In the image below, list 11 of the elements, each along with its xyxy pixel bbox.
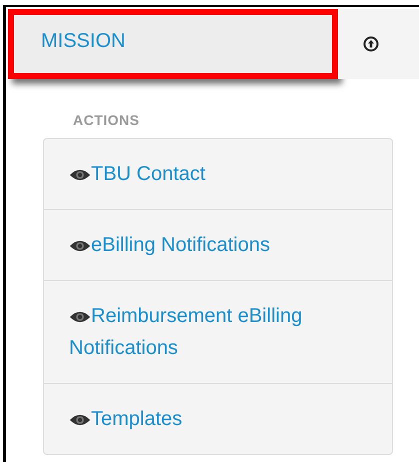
action-link[interactable]: eBilling Notifications [69, 229, 309, 261]
section-heading: ACTIONS [73, 112, 140, 128]
mission-tab[interactable]: MISSION [8, 9, 338, 79]
action-link[interactable]: Reimbursement eBilling Notifications [69, 300, 309, 364]
action-link[interactable]: TBU Contact [69, 158, 309, 190]
eye-icon [69, 168, 91, 182]
eye-icon [69, 239, 91, 253]
arrow-up-circle-icon[interactable] [363, 36, 379, 52]
eye-icon [69, 413, 91, 427]
eye-icon [69, 310, 91, 324]
action-link[interactable]: Templates [69, 403, 309, 435]
